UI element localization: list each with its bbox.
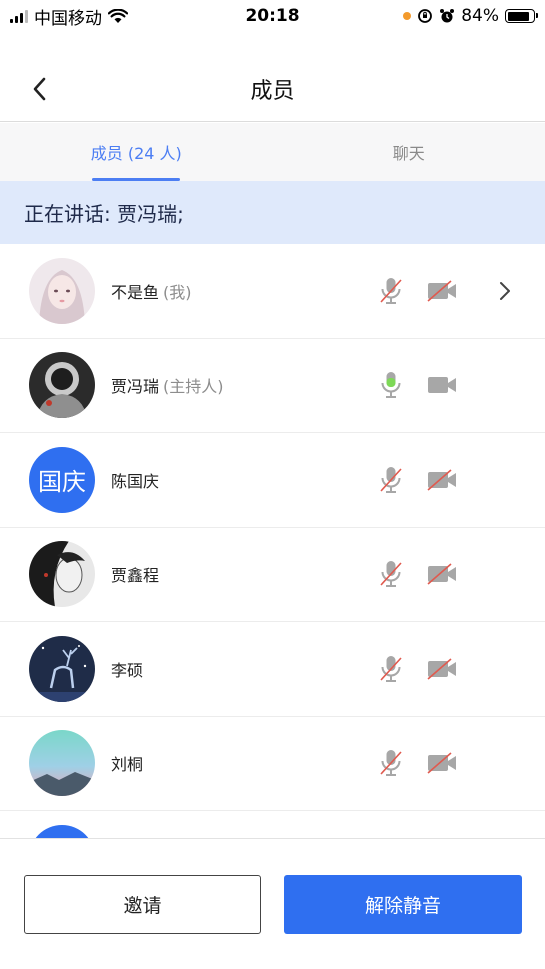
camera-on-icon[interactable]: [426, 373, 458, 397]
avatar: [29, 541, 95, 608]
mic-muted-icon[interactable]: [378, 559, 404, 589]
mic-muted-icon[interactable]: [378, 465, 404, 495]
unmute-button[interactable]: 解除静音: [284, 875, 522, 934]
chevron-left-icon: [33, 77, 46, 101]
signal-icon: [10, 9, 28, 23]
avatar: 国庆: [29, 446, 95, 513]
camera-off-icon[interactable]: [426, 468, 458, 492]
back-button[interactable]: [26, 76, 52, 102]
camera-off-icon[interactable]: [426, 562, 458, 586]
orientation-lock-icon: [418, 9, 433, 23]
member-name: 不是鱼: [111, 282, 160, 302]
battery-icon: [505, 9, 538, 23]
member-role: (主持人): [163, 377, 224, 397]
invite-button[interactable]: 邀请: [24, 875, 261, 934]
member-row[interactable]: 李硕: [0, 622, 545, 717]
tab-chat[interactable]: 聊天: [273, 123, 545, 181]
tab-bar: 成员 (24 人) 聊天: [0, 123, 545, 181]
member-name-group: 刘桐: [111, 751, 147, 775]
nav-header: 成员: [0, 56, 545, 122]
member-name: 贾冯瑞: [111, 377, 160, 397]
member-name: 刘桐: [111, 755, 144, 775]
camera-off-icon[interactable]: [426, 279, 458, 303]
battery-percent: 84%: [461, 6, 499, 26]
member-name-group: 李硕: [111, 657, 147, 681]
avatar: [29, 352, 95, 419]
member-list: 不是鱼 (我) 贾冯瑞 (主持人) 国庆 陈国庆 贾鑫程 李硕 刘桐: [0, 244, 545, 838]
member-row[interactable]: 贾鑫程: [0, 528, 545, 622]
member-name-group: 贾鑫程: [111, 562, 163, 586]
member-name-group: 贾冯瑞 (主持人): [111, 373, 224, 397]
member-name-group: 不是鱼 (我): [111, 279, 192, 303]
footer-bar: 邀请 解除静音: [0, 838, 545, 969]
member-row[interactable]: 贾冯瑞 (主持人): [0, 339, 545, 433]
avatar: [29, 635, 95, 702]
status-right: 84%: [403, 6, 538, 26]
member-name: 陈国庆: [111, 471, 160, 491]
mic-active-icon[interactable]: [378, 370, 404, 400]
mic-muted-icon[interactable]: [378, 654, 404, 684]
member-row[interactable]: 国庆 陈国庆: [0, 433, 545, 528]
carrier-label: 中国移动: [34, 8, 102, 29]
camera-off-icon[interactable]: [426, 657, 458, 681]
member-row[interactable]: 不是鱼 (我): [0, 244, 545, 339]
member-name: 贾鑫程: [111, 566, 160, 586]
battery-level-fill: [507, 11, 529, 21]
camera-off-icon[interactable]: [426, 751, 458, 775]
speaking-banner: 正在讲话: 贾冯瑞;: [0, 181, 545, 244]
chevron-right-icon[interactable]: [496, 280, 514, 302]
member-name: 李硕: [111, 660, 144, 680]
privacy-indicator-icon: [403, 12, 412, 20]
tab-members[interactable]: 成员 (24 人): [0, 123, 273, 181]
member-role: (我): [163, 282, 192, 302]
status-bar: 中国移动 20:18 84%: [0, 0, 545, 32]
status-left: 中国移动: [10, 4, 210, 29]
mic-muted-icon[interactable]: [378, 276, 404, 306]
mic-muted-icon[interactable]: [378, 748, 404, 778]
member-name-group: 陈国庆: [111, 468, 163, 492]
wifi-icon: [108, 8, 128, 23]
page-title: 成员: [250, 78, 295, 104]
avatar: [29, 257, 95, 324]
avatar: [29, 730, 95, 797]
member-row[interactable]: 刘桐: [0, 717, 545, 811]
alarm-icon: [440, 9, 455, 23]
